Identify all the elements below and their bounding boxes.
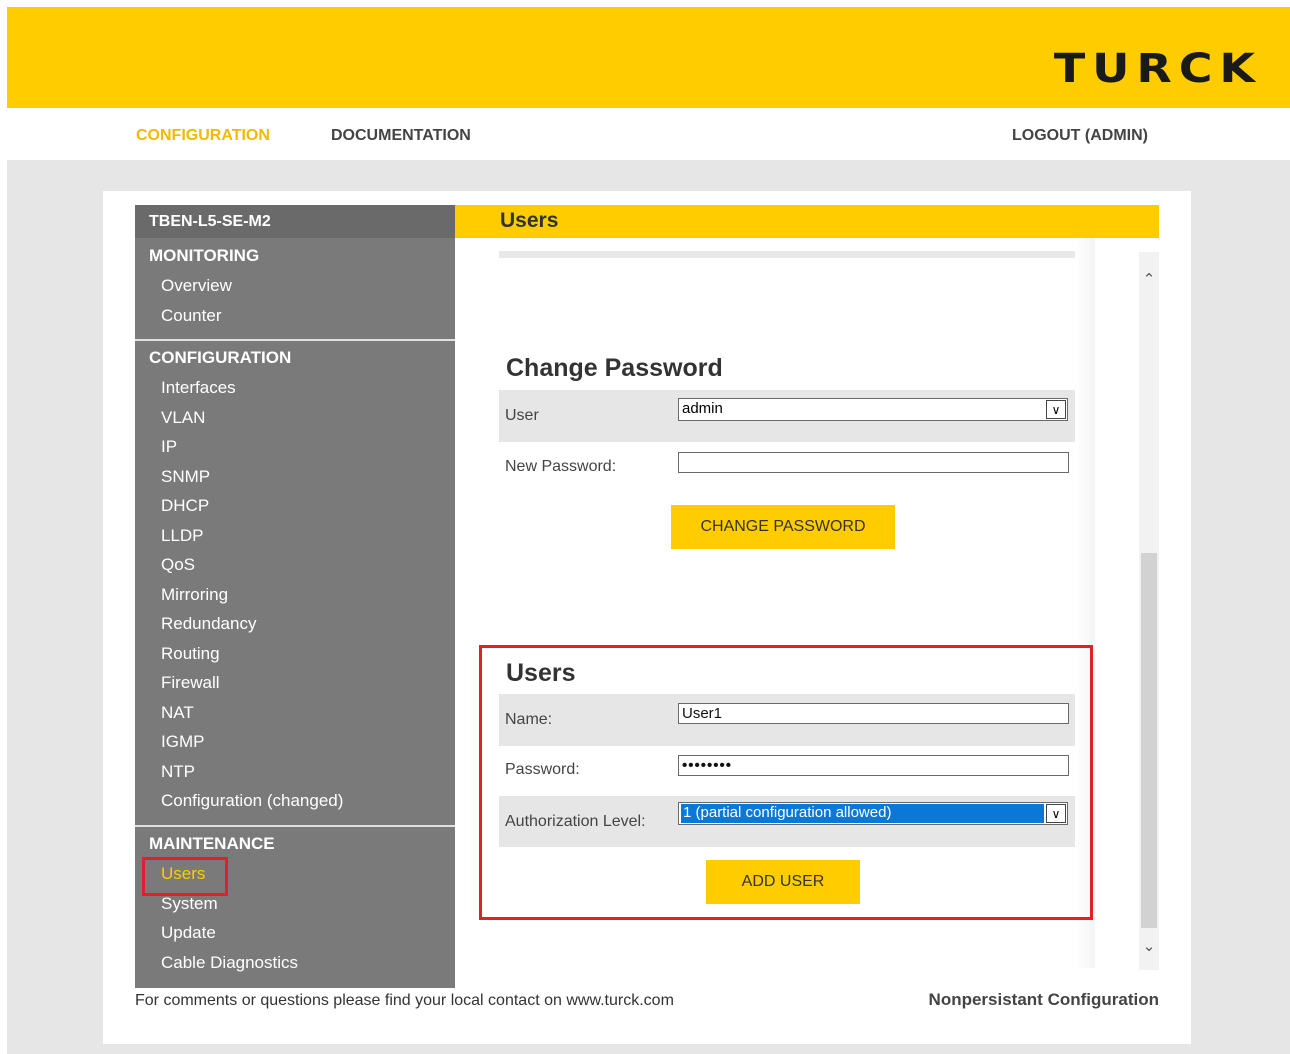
turck-logo: TURCK — [1053, 46, 1262, 92]
users-menu-highlight — [142, 857, 228, 896]
sidebar-item-counter[interactable]: Counter — [135, 301, 455, 331]
sidebar-item-cable-diagnostics[interactable]: Cable Diagnostics — [135, 948, 455, 978]
footer-status: Nonpersistant Configuration — [928, 990, 1159, 1009]
sidebar-section-monitoring: MONITORING Overview Counter — [135, 241, 455, 330]
scrollbar-thumb[interactable] — [1141, 553, 1157, 928]
users-heading: Users — [506, 659, 576, 687]
sidebar-item-redundancy[interactable]: Redundancy — [135, 609, 455, 639]
add-user-button[interactable]: ADD USER — [706, 860, 860, 904]
header-banner: TURCK — [7, 7, 1290, 108]
sidebar-item-interfaces[interactable]: Interfaces — [135, 373, 455, 403]
sidebar-item-routing[interactable]: Routing — [135, 639, 455, 669]
scroll-up-icon[interactable]: ⌃ — [1141, 270, 1157, 290]
password-label: Password: — [505, 761, 580, 778]
change-password-user-row: User admin ∨ — [499, 390, 1075, 442]
user-select[interactable]: admin ∨ — [678, 398, 1068, 421]
chevron-down-icon[interactable]: ∨ — [1046, 804, 1066, 823]
new-password-field[interactable] — [678, 452, 1069, 473]
password-field[interactable]: •••••••• — [678, 755, 1069, 776]
sidebar-item-qos[interactable]: QoS — [135, 550, 455, 580]
sidebar-divider — [135, 339, 455, 341]
sidebar-item-ntp[interactable]: NTP — [135, 757, 455, 787]
nav-documentation[interactable]: DOCUMENTATION — [331, 127, 471, 145]
user-select-value: admin — [682, 400, 723, 417]
section-title-maintenance: MAINTENANCE — [149, 834, 275, 853]
user-label: User — [505, 407, 539, 424]
sidebar-item-lldp[interactable]: LLDP — [135, 521, 455, 551]
sidebar-item-dhcp[interactable]: DHCP — [135, 491, 455, 521]
sidebar-section-maintenance: MAINTENANCE Users System Update Cable Di… — [135, 829, 455, 977]
top-navigation: CONFIGURATION DOCUMENTATION LOGOUT (ADMI… — [0, 108, 1290, 160]
user-name-row: Name: User1 — [499, 694, 1075, 746]
authorization-level-select[interactable]: 1 (partial configuration allowed) ∨ — [678, 802, 1068, 825]
footer-contact: For comments or questions please find yo… — [135, 992, 674, 1009]
sidebar-item-snmp[interactable]: SNMP — [135, 462, 455, 492]
name-field[interactable]: User1 — [678, 703, 1069, 724]
chevron-down-icon[interactable]: ∨ — [1046, 400, 1066, 419]
logout-link[interactable]: LOGOUT (ADMIN) — [1012, 127, 1148, 145]
sidebar-item-ip[interactable]: IP — [135, 432, 455, 462]
sidebar-item-vlan[interactable]: VLAN — [135, 403, 455, 433]
authorization-level-label: Authorization Level: — [505, 813, 646, 830]
user-password-row: Password: •••••••• — [499, 745, 1075, 797]
sidebar-item-mirroring[interactable]: Mirroring — [135, 580, 455, 610]
sidebar-item-update[interactable]: Update — [135, 918, 455, 948]
sidebar-item-igmp[interactable]: IGMP — [135, 727, 455, 757]
new-password-label: New Password: — [505, 458, 617, 475]
device-name: TBEN-L5-SE-M2 — [135, 205, 455, 238]
new-password-row: New Password: — [499, 442, 1075, 494]
section-title-monitoring: MONITORING — [149, 246, 260, 265]
sidebar-divider — [135, 825, 455, 827]
sidebar-item-firewall[interactable]: Firewall — [135, 668, 455, 698]
page-title: Users — [500, 209, 559, 232]
change-password-heading: Change Password — [506, 354, 723, 382]
sidebar-section-configuration: CONFIGURATION Interfaces VLAN IP SNMP DH… — [135, 343, 455, 816]
scroll-down-icon[interactable]: ⌄ — [1141, 937, 1157, 957]
name-label: Name: — [505, 711, 553, 728]
authorization-level-value: 1 (partial configuration allowed) — [681, 804, 1044, 823]
section-title-configuration: CONFIGURATION — [149, 348, 292, 367]
page-title-bar: Users — [455, 205, 1159, 238]
change-password-button[interactable]: CHANGE PASSWORD — [671, 505, 895, 549]
nav-configuration[interactable]: CONFIGURATION — [136, 127, 270, 145]
content-top-bar — [499, 251, 1075, 258]
sidebar-item-configuration-changed[interactable]: Configuration (changed) — [135, 786, 455, 816]
authorization-level-row: Authorization Level: 1 (partial configur… — [499, 796, 1075, 847]
sidebar-item-nat[interactable]: NAT — [135, 698, 455, 728]
sidebar-item-overview[interactable]: Overview — [135, 271, 455, 301]
